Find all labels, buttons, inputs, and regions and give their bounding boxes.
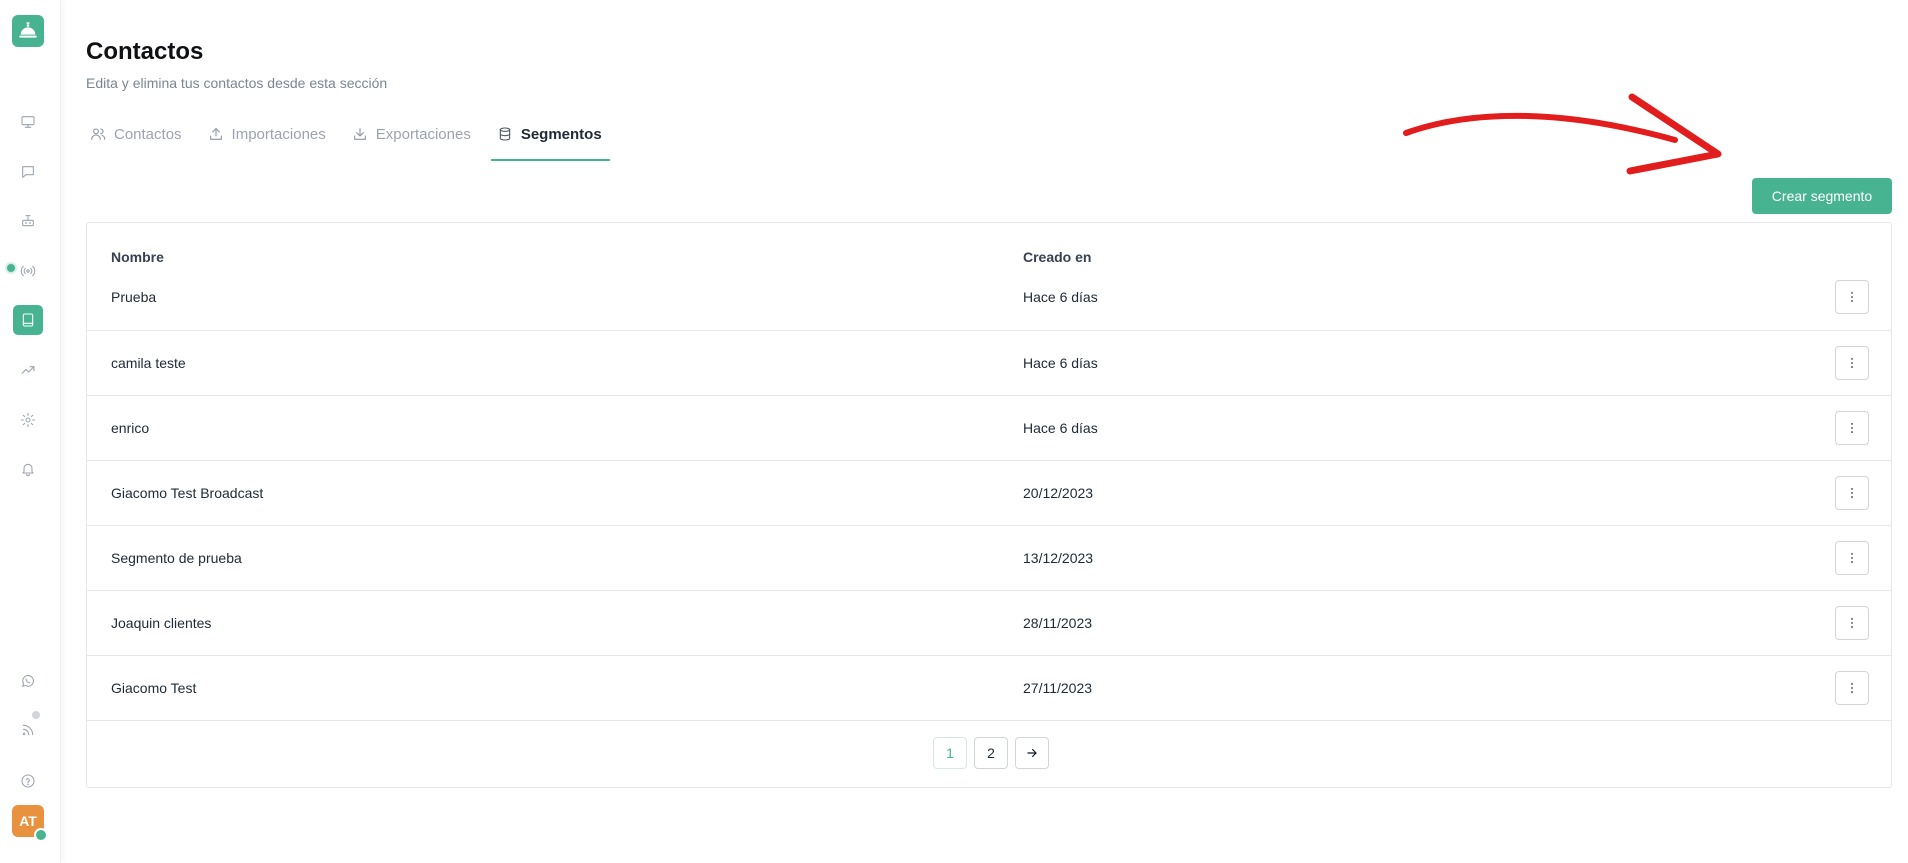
table-row[interactable]: camila teste Hace 6 días: [87, 330, 1891, 396]
sidebar-item-chats[interactable]: [15, 159, 41, 185]
tab-importaciones[interactable]: Importaciones: [204, 122, 330, 146]
table-row[interactable]: Giacomo Test 27/11/2023: [87, 655, 1891, 721]
whatsapp-icon: [22, 675, 34, 687]
bot-icon: [22, 215, 34, 227]
segment-name: Giacomo Test Broadcast: [111, 485, 264, 501]
more-vertical-icon: [1850, 487, 1854, 499]
tab-exportaciones[interactable]: Exportaciones: [348, 122, 475, 146]
sidebar-item-whatsapp[interactable]: [15, 668, 41, 694]
service-bell-icon: [19, 22, 37, 38]
red-arrow-annotation: [1403, 93, 1722, 175]
avatar-initials: AT: [19, 813, 37, 829]
app-logo[interactable]: [12, 15, 44, 47]
tab-segmentos[interactable]: Segmentos: [490, 122, 610, 161]
rss-icon: [22, 724, 34, 736]
segment-name: Prueba: [111, 289, 157, 305]
sidebar: AT: [0, 0, 61, 863]
contacts-book-icon: [22, 313, 34, 327]
segment-created: 27/11/2023: [1023, 680, 1093, 696]
row-menu-button[interactable]: [1835, 671, 1869, 705]
tab-label: Importaciones: [231, 125, 326, 143]
tab-contactos[interactable]: Contactos: [86, 122, 186, 146]
more-vertical-icon: [1850, 422, 1854, 434]
page-subtitle: Edita y elimina tus contactos desde esta…: [86, 75, 388, 91]
more-vertical-icon: [1850, 357, 1854, 369]
upload-icon: [209, 128, 222, 140]
table-row[interactable]: Segmento de prueba 13/12/2023: [87, 525, 1891, 591]
segment-name: enrico: [111, 420, 150, 436]
online-status-dot: [34, 828, 48, 842]
create-segment-button[interactable]: Crear segmento: [1752, 178, 1892, 214]
tab-label: Segmentos: [520, 125, 602, 143]
sidebar-item-broadcast[interactable]: [15, 258, 41, 284]
next-page-button[interactable]: [1015, 737, 1049, 769]
gear-icon: [20, 412, 36, 428]
sidebar-item-help[interactable]: [15, 768, 41, 794]
database-icon: [499, 127, 511, 141]
segment-created: 20/12/2023: [1023, 485, 1094, 501]
sidebar-item-feed[interactable]: [15, 717, 41, 743]
users-icon: [91, 128, 106, 140]
more-vertical-icon: [1850, 617, 1854, 629]
table-row[interactable]: enrico Hace 6 días: [87, 395, 1891, 461]
arrow-right-icon: [1027, 748, 1037, 758]
segment-created: 28/11/2023: [1023, 615, 1093, 631]
sidebar-item-analytics[interactable]: [15, 357, 41, 383]
segment-created: 13/12/2023: [1023, 550, 1094, 566]
segment-name: Joaquin clientes: [111, 615, 212, 631]
segment-name: camila teste: [111, 355, 186, 371]
tab-label: Contactos: [114, 125, 182, 143]
trending-up-icon: [21, 366, 35, 374]
table-row[interactable]: Giacomo Test Broadcast 20/12/2023: [87, 460, 1891, 526]
broadcast-icon: [20, 265, 36, 277]
chat-icon: [22, 166, 34, 178]
segment-name: Giacomo Test: [111, 680, 197, 696]
row-menu-button[interactable]: [1835, 541, 1869, 575]
row-menu-button[interactable]: [1835, 280, 1869, 314]
row-menu-button[interactable]: [1835, 476, 1869, 510]
more-vertical-icon: [1850, 682, 1854, 694]
segment-created: Hace 6 días: [1023, 289, 1098, 305]
segment-name: Segmento de prueba: [111, 550, 242, 566]
more-vertical-icon: [1850, 552, 1854, 564]
sidebar-item-notifications[interactable]: [15, 456, 41, 482]
download-icon: [353, 128, 366, 140]
more-vertical-icon: [1850, 291, 1854, 303]
sidebar-item-contacts[interactable]: [13, 305, 43, 335]
sidebar-item-settings[interactable]: [15, 407, 41, 433]
table-row[interactable]: Prueba Hace 6 días: [87, 265, 1891, 330]
feed-indicator-dot: [32, 711, 40, 719]
tab-label: Exportaciones: [375, 125, 471, 143]
table-row[interactable]: Joaquin clientes 28/11/2023: [87, 590, 1891, 656]
row-menu-button[interactable]: [1835, 606, 1869, 640]
help-icon: [21, 774, 35, 788]
bell-icon: [22, 463, 34, 477]
page-title: Contactos: [86, 38, 204, 65]
pagination: 1 2: [933, 737, 1049, 769]
column-header-name: Nombre: [111, 249, 164, 265]
page-button-1[interactable]: 1: [933, 737, 967, 769]
tab-bar: Contactos Importaciones Exportaciones Se…: [86, 122, 624, 162]
segment-created: Hace 6 días: [1023, 355, 1098, 371]
table-footer-divider: [87, 720, 1891, 721]
column-header-created: Creado en: [1023, 249, 1092, 265]
row-menu-button[interactable]: [1835, 411, 1869, 445]
row-menu-button[interactable]: [1835, 346, 1869, 380]
page-button-2[interactable]: 2: [974, 737, 1008, 769]
segment-created: Hace 6 días: [1023, 420, 1098, 436]
segments-table: Nombre Creado en Prueba Hace 6 días cami…: [86, 222, 1892, 788]
sidebar-item-dashboard[interactable]: [15, 109, 41, 135]
monitor-icon: [21, 116, 35, 128]
sidebar-item-bots[interactable]: [15, 208, 41, 234]
